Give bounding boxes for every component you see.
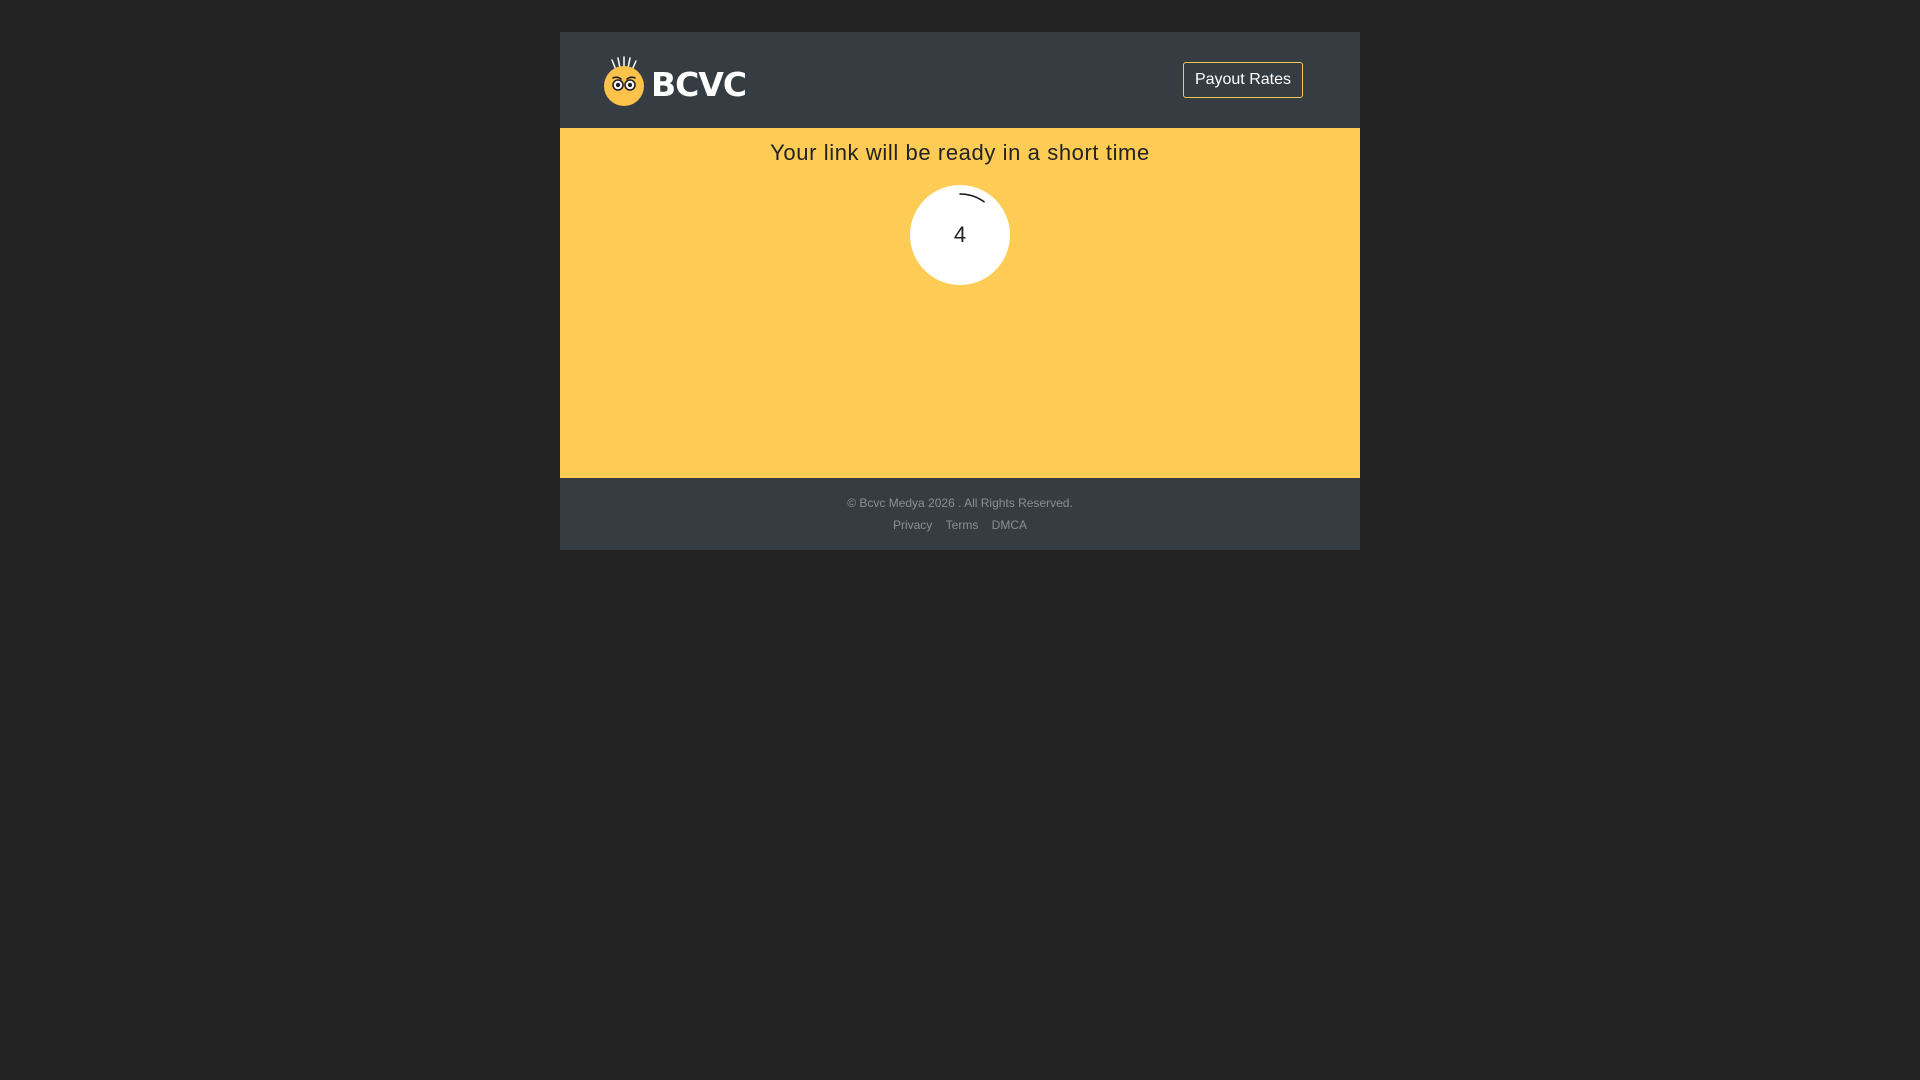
copyright-text: © Bcvc Medya 2026 . All Rights Reserved. bbox=[847, 496, 1073, 510]
logo-text: BCVC bbox=[651, 64, 747, 104]
page-title: Your link will be ready in a short time bbox=[770, 140, 1150, 165]
main-panel: Your link will be ready in a short time … bbox=[560, 128, 1360, 478]
countdown-number: 4 bbox=[953, 222, 967, 247]
countdown-timer: 4 bbox=[910, 185, 1010, 285]
site-logo[interactable]: BCVC bbox=[603, 56, 747, 106]
footer-link-privacy[interactable]: Privacy bbox=[893, 518, 932, 532]
page-container: BCVC Payout Rates Your link will be read… bbox=[560, 32, 1360, 550]
footer-link-dmca[interactable]: DMCA bbox=[992, 518, 1027, 532]
footer-link-terms[interactable]: Terms bbox=[946, 518, 979, 532]
site-footer: © Bcvc Medya 2026 . All Rights Reserved.… bbox=[560, 478, 1360, 550]
payout-rates-button[interactable]: Payout Rates bbox=[1182, 62, 1303, 98]
site-header: BCVC Payout Rates bbox=[560, 32, 1360, 128]
footer-links: Privacy Terms DMCA bbox=[560, 518, 1360, 532]
bcvc-mascot-icon bbox=[604, 56, 644, 106]
